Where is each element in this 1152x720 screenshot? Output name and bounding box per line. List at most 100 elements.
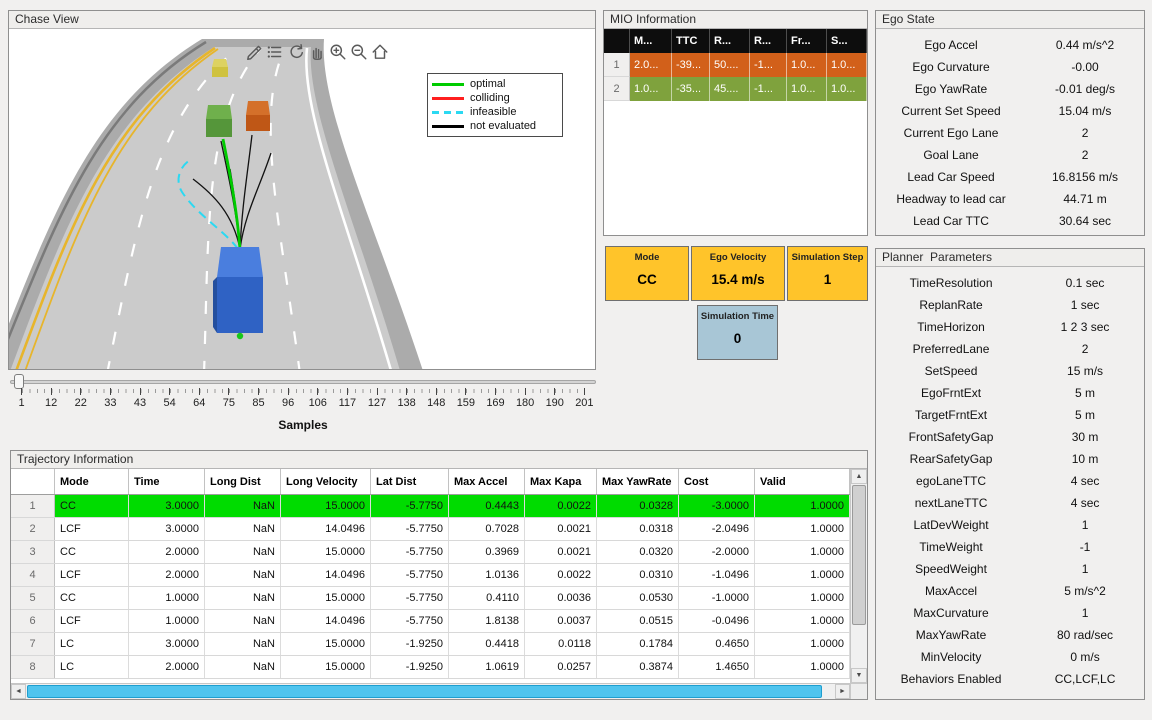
legend: optimal colliding infeasible not evaluat… — [427, 73, 563, 137]
planner-parameter-value: 4 sec — [1026, 474, 1144, 488]
slider-track[interactable] — [10, 380, 596, 384]
ego-state-value: -0.01 deg/s — [1026, 82, 1144, 96]
mio-row[interactable]: 1 2.0... -39... 50.... -1... 1.0... 1.0.… — [604, 53, 867, 77]
mio-col-header[interactable]: M... — [630, 29, 672, 53]
slider-thumb[interactable] — [14, 374, 24, 389]
legend-line-sample — [432, 83, 464, 86]
trajectory-table: Mode Time Long Dist Long Velocity Lat Di… — [11, 469, 850, 683]
slider-tick-label: 64 — [193, 397, 205, 409]
scroll-left-icon[interactable]: ◄ — [11, 684, 26, 699]
planner-parameter-row: Behaviors Enabled CC,LCF,LC — [876, 668, 1144, 690]
planner-parameter-row: egoLaneTTC 4 sec — [876, 470, 1144, 492]
vertical-scroll-thumb[interactable] — [852, 485, 866, 625]
slider-tick-label: 43 — [134, 397, 146, 409]
planner-parameter-value: 1 sec — [1026, 298, 1144, 312]
col-header-max-kapa[interactable]: Max Kapa — [525, 469, 597, 494]
planner-parameter-row: RearSafetyGap 10 m — [876, 448, 1144, 470]
col-header-valid[interactable]: Valid — [755, 469, 850, 494]
mio-col-header[interactable]: S... — [827, 29, 867, 53]
trajectory-row[interactable]: 1 CC 3.0000 NaN 15.0000 -5.7750 0.4443 0… — [11, 495, 850, 518]
zoom-out-icon[interactable] — [350, 43, 368, 61]
home-icon[interactable] — [371, 43, 389, 61]
trajectory-row[interactable]: 6 LCF 1.0000 NaN 14.0496 -5.7750 1.8138 … — [11, 610, 850, 633]
pan-icon[interactable] — [308, 43, 326, 61]
legend-row: optimal — [432, 77, 558, 91]
slider-tick: 85 — [245, 388, 272, 409]
vertical-scrollbar[interactable]: ▲ ▼ — [850, 469, 867, 683]
row-number: 6 — [11, 610, 55, 632]
col-header-mode[interactable]: Mode — [55, 469, 129, 494]
ego-state-value: -0.00 — [1026, 60, 1144, 74]
row-number: 3 — [11, 541, 55, 563]
ego-state-row: Lead Car TTC 30.64 sec — [876, 210, 1144, 232]
planner-parameter-value: 2 — [1026, 342, 1144, 356]
scroll-up-icon[interactable]: ▲ — [851, 469, 867, 484]
planner-parameter-value: 1 2 3 sec — [1026, 320, 1144, 334]
ego-state-label: Current Ego Lane — [876, 126, 1026, 140]
col-header-long-dist[interactable]: Long Dist — [205, 469, 281, 494]
col-header-max-accel[interactable]: Max Accel — [449, 469, 525, 494]
mio-row[interactable]: 2 1.0... -35... 45.... -1... 1.0... 1.0.… — [604, 77, 867, 101]
mio-col-header[interactable]: R... — [750, 29, 787, 53]
col-header-cost[interactable]: Cost — [679, 469, 755, 494]
trajectory-panel: Trajectory Information Mode Time Long Di… — [10, 450, 868, 700]
rotate-icon[interactable] — [287, 43, 305, 61]
planner-parameters-list: TimeResolution 0.1 sec ReplanRate 1 sec … — [876, 267, 1144, 690]
mode-value: CC — [637, 263, 657, 300]
slider-tick-label: 12 — [45, 397, 57, 409]
scroll-down-icon[interactable]: ▼ — [851, 668, 867, 683]
slider-tick: 190 — [541, 388, 568, 409]
planner-parameter-label: SetSpeed — [876, 364, 1026, 378]
ego-state-row: Current Set Speed 15.04 m/s — [876, 100, 1144, 122]
simulation-step-value: 1 — [824, 263, 832, 300]
trajectory-row[interactable]: 7 LC 3.0000 NaN 15.0000 -1.9250 0.4418 0… — [11, 633, 850, 656]
trajectory-row[interactable]: 4 LCF 2.0000 NaN 14.0496 -5.7750 1.0136 … — [11, 564, 850, 587]
horizontal-scroll-thumb[interactable] — [27, 685, 822, 698]
horizontal-scrollbar[interactable]: ◄ ► — [11, 683, 850, 699]
planner-parameter-value: 5 m — [1026, 386, 1144, 400]
planner-parameter-value: CC,LCF,LC — [1026, 672, 1144, 686]
slider-tick: 148 — [423, 388, 450, 409]
samples-slider: 1 12 22 33 43 54 — [8, 372, 598, 436]
chase-view-title: Chase View — [9, 11, 595, 29]
simulation-time-label: Simulation Time — [701, 311, 774, 322]
mio-col-header[interactable]: R... — [710, 29, 750, 53]
legend-icon[interactable] — [266, 43, 284, 61]
legend-line-sample — [432, 125, 464, 128]
ego-marker — [237, 333, 243, 339]
ego-state-row: Headway to lead car 44.71 m — [876, 188, 1144, 210]
edit-icon[interactable] — [245, 43, 263, 61]
planner-parameter-row: MaxAccel 5 m/s^2 — [876, 580, 1144, 602]
slider-tick: 159 — [452, 388, 479, 409]
slider-tick-label: 96 — [282, 397, 294, 409]
mio-col-header[interactable]: TTC — [672, 29, 710, 53]
scrollbar-corner — [850, 683, 867, 699]
ego-state-row: Goal Lane 2 — [876, 144, 1144, 166]
ego-state-label: Ego Curvature — [876, 60, 1026, 74]
planner-parameter-row: TimeWeight -1 — [876, 536, 1144, 558]
trajectory-row[interactable]: 3 CC 2.0000 NaN 15.0000 -5.7750 0.3969 0… — [11, 541, 850, 564]
planner-parameter-label: LatDevWeight — [876, 518, 1026, 532]
trajectory-row[interactable]: 2 LCF 3.0000 NaN 14.0496 -5.7750 0.7028 … — [11, 518, 850, 541]
planner-parameter-row: FrontSafetyGap 30 m — [876, 426, 1144, 448]
planner-parameter-row: TargetFrntExt 5 m — [876, 404, 1144, 426]
col-header-lat-dist[interactable]: Lat Dist — [371, 469, 449, 494]
planner-parameter-value: 15 m/s — [1026, 364, 1144, 378]
trajectory-row[interactable]: 5 CC 1.0000 NaN 15.0000 -5.7750 0.4110 0… — [11, 587, 850, 610]
slider-tick: 138 — [393, 388, 420, 409]
planner-parameter-label: TargetFrntExt — [876, 408, 1026, 422]
planner-parameter-label: ReplanRate — [876, 298, 1026, 312]
planner-parameter-label: MaxYawRate — [876, 628, 1026, 642]
ego-state-label: Ego YawRate — [876, 82, 1026, 96]
planner-parameter-row: ReplanRate 1 sec — [876, 294, 1144, 316]
scroll-right-icon[interactable]: ► — [835, 684, 850, 699]
col-header-time[interactable]: Time — [129, 469, 205, 494]
col-header-long-velocity[interactable]: Long Velocity — [281, 469, 371, 494]
zoom-in-icon[interactable] — [329, 43, 347, 61]
mio-col-header[interactable]: Fr... — [787, 29, 827, 53]
planner-parameter-label: TimeResolution — [876, 276, 1026, 290]
col-header-max-yawrate[interactable]: Max YawRate — [597, 469, 679, 494]
chase-view-canvas[interactable]: optimal colliding infeasible not evaluat… — [9, 29, 595, 369]
ego-velocity-box: Ego Velocity 15.4 m/s — [691, 246, 785, 301]
trajectory-row[interactable]: 8 LC 2.0000 NaN 15.0000 -1.9250 1.0619 0… — [11, 656, 850, 679]
